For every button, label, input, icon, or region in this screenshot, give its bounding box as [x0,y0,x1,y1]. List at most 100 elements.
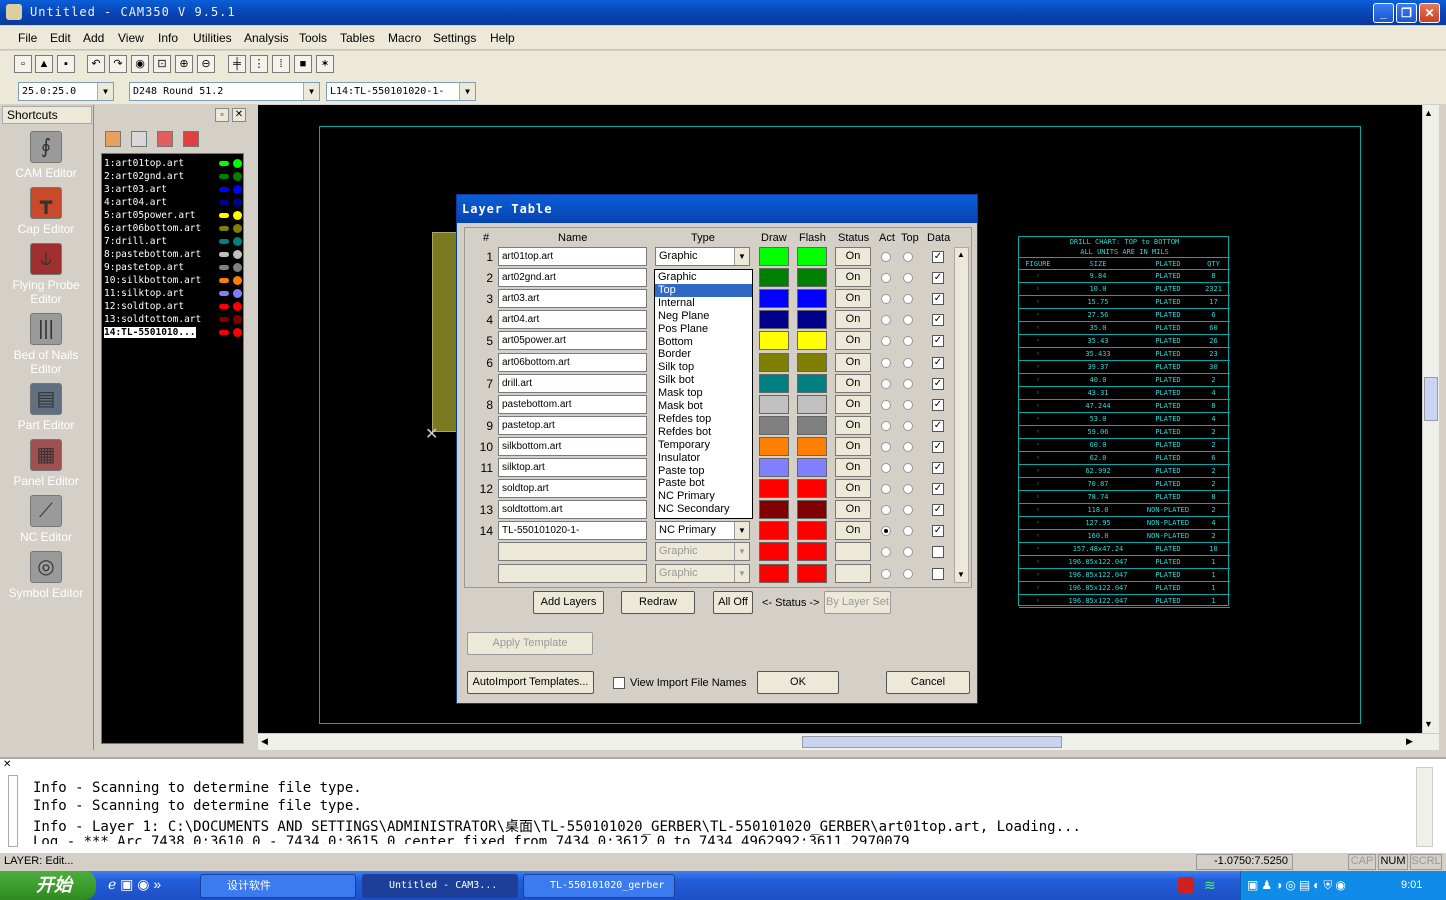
layer-list-item[interactable]: 11:silktop.art [104,287,242,300]
menu-analysis[interactable]: Analysis [244,31,289,45]
active-layer-radio[interactable] [881,568,891,579]
draw-color-swatch[interactable] [759,458,789,477]
layer-list-item[interactable]: 9:pastetop.art [104,261,242,274]
data-checkbox[interactable]: ✓ [932,293,944,306]
scroll-up-icon[interactable]: ▲ [1424,108,1433,118]
layer-list-item[interactable]: 8:pastebottom.art [104,248,242,261]
layer-list-item[interactable]: 6:art06bottom.art [104,222,242,235]
input-method-icon[interactable] [1178,877,1194,893]
data-checkbox[interactable]: ✓ [932,335,944,348]
data-checkbox[interactable]: ✓ [932,398,944,411]
data-checkbox[interactable]: ✓ [932,440,944,453]
top-layer-radio[interactable] [903,505,913,516]
top-layer-radio[interactable] [903,547,913,558]
active-layer-radio[interactable] [881,273,891,284]
status-toggle-button[interactable]: On [835,289,871,309]
top-layer-radio[interactable] [903,294,913,305]
layer-name-field[interactable] [498,563,647,583]
ok-button[interactable]: OK [757,671,839,694]
layer-list-item[interactable]: 7:drill.art [104,235,242,248]
active-layer-radio[interactable] [881,441,891,452]
flash-color-swatch[interactable] [797,436,827,456]
top-layer-radio[interactable] [903,463,913,473]
layer-add-icon[interactable] [131,131,147,147]
top-layer-radio[interactable] [903,336,913,347]
data-checkbox[interactable]: ✓ [932,525,944,538]
shortcut-flying-probe-editor[interactable]: ⫝ Flying Probe Editor [0,243,92,306]
layer-list-item[interactable]: 14:TL-5501010... [104,326,242,339]
chevron-down-icon[interactable]: ▼ [303,83,319,100]
active-layer-radio[interactable] [881,484,891,495]
flash-color-swatch[interactable] [797,521,827,541]
shortcut-cap-editor[interactable]: ┳ Cap Editor [0,187,92,236]
draw-color-swatch[interactable] [759,331,789,351]
active-layer-radio[interactable] [881,420,891,431]
view-import-checkbox[interactable] [613,677,625,689]
layer-type-select[interactable]: Graphic ▼ [655,563,750,583]
top-layer-radio[interactable] [903,420,913,431]
type-option[interactable]: Mask bot [655,400,752,413]
status-toggle-button[interactable]: On [835,331,871,351]
type-option[interactable]: Paste top [655,465,752,478]
tray-icons[interactable]: ▣♟◑◎▤◐⛨◉ [1247,878,1349,893]
type-option[interactable]: Pos Plane [655,323,752,336]
layer-name-field[interactable]: drill.art [498,373,647,393]
task-design-software[interactable]: 设计软件 [200,874,356,898]
flash-color-swatch[interactable] [797,500,827,520]
close-button[interactable]: ✕ [1419,3,1440,23]
start-button[interactable]: 开始 [0,871,96,900]
menu-add[interactable]: Add [83,31,104,45]
type-option[interactable]: Refdes top [655,413,752,426]
active-layer-radio[interactable] [881,505,891,516]
draw-color-swatch[interactable] [759,436,789,456]
menu-macro[interactable]: Macro [388,31,421,45]
shortcut-panel-editor[interactable]: ▦ Panel Editor [0,439,92,488]
layer-name-field[interactable]: art04.art [498,310,647,330]
draw-color-swatch[interactable] [759,373,789,393]
vertical-scroll-thumb[interactable] [1424,377,1438,421]
scroll-up-icon[interactable]: ▲ [957,250,965,259]
top-layer-radio[interactable] [903,568,913,579]
flash-color-swatch[interactable] [797,331,827,351]
menu-view[interactable]: View [118,31,144,45]
flash-color-swatch[interactable] [797,247,827,266]
layer-icon[interactable]: ╪ [228,55,246,73]
top-layer-radio[interactable] [903,357,913,368]
draw-color-swatch[interactable] [759,500,789,520]
chevron-down-icon[interactable]: ▼ [734,564,749,582]
shortcut-part-editor[interactable]: ▤ Part Editor [0,383,92,432]
apply-template-button[interactable]: Apply Template [467,632,593,655]
shortcut-cam-editor[interactable]: ∮ CAM Editor [0,131,92,180]
new-file-icon[interactable]: ▫ [14,55,32,73]
layer-name-field[interactable]: art02gnd.art [498,268,647,288]
layer-name-field[interactable]: art03.art [498,289,647,309]
data-checkbox[interactable]: ✓ [932,251,944,263]
scroll-down-icon[interactable]: ▼ [1424,719,1433,729]
draw-color-swatch[interactable] [759,415,789,435]
close-icon[interactable]: ✕ [232,108,246,122]
quick-launch-icons[interactable]: ℯ ▣ ◉ » [108,876,161,893]
top-layer-radio[interactable] [903,526,913,537]
draw-color-swatch[interactable] [759,479,789,499]
active-layer-radio[interactable] [881,315,891,326]
zoom-out-icon[interactable]: ⊖ [197,55,215,73]
type-option[interactable]: NC Secondary [655,503,752,516]
layer-name-field[interactable]: soldtop.art [498,479,647,499]
status-toggle-button[interactable] [835,542,871,562]
type-option[interactable]: Refdes bot [655,426,752,439]
draw-color-swatch[interactable] [759,563,789,583]
active-layer-radio[interactable] [881,526,891,537]
by-layer-set-button[interactable]: By Layer Set [824,591,891,614]
scroll-right-icon[interactable]: ▶ [1406,736,1413,747]
layer-name-field[interactable]: silkbottom.art [498,436,647,456]
log-scrollbar[interactable] [1416,767,1433,847]
flash-color-swatch[interactable] [797,542,827,562]
cancel-button[interactable]: Cancel [886,671,970,694]
status-toggle-button[interactable]: On [835,521,871,541]
horizontal-scroll-thumb[interactable] [802,736,1062,748]
data-checkbox[interactable]: ✓ [932,356,944,369]
close-icon[interactable]: ✕ [3,759,19,773]
draw-color-swatch[interactable] [759,521,789,541]
layer-table-scrollbar[interactable]: ▲ ▼ [954,247,969,583]
data-checkbox[interactable] [932,546,944,559]
